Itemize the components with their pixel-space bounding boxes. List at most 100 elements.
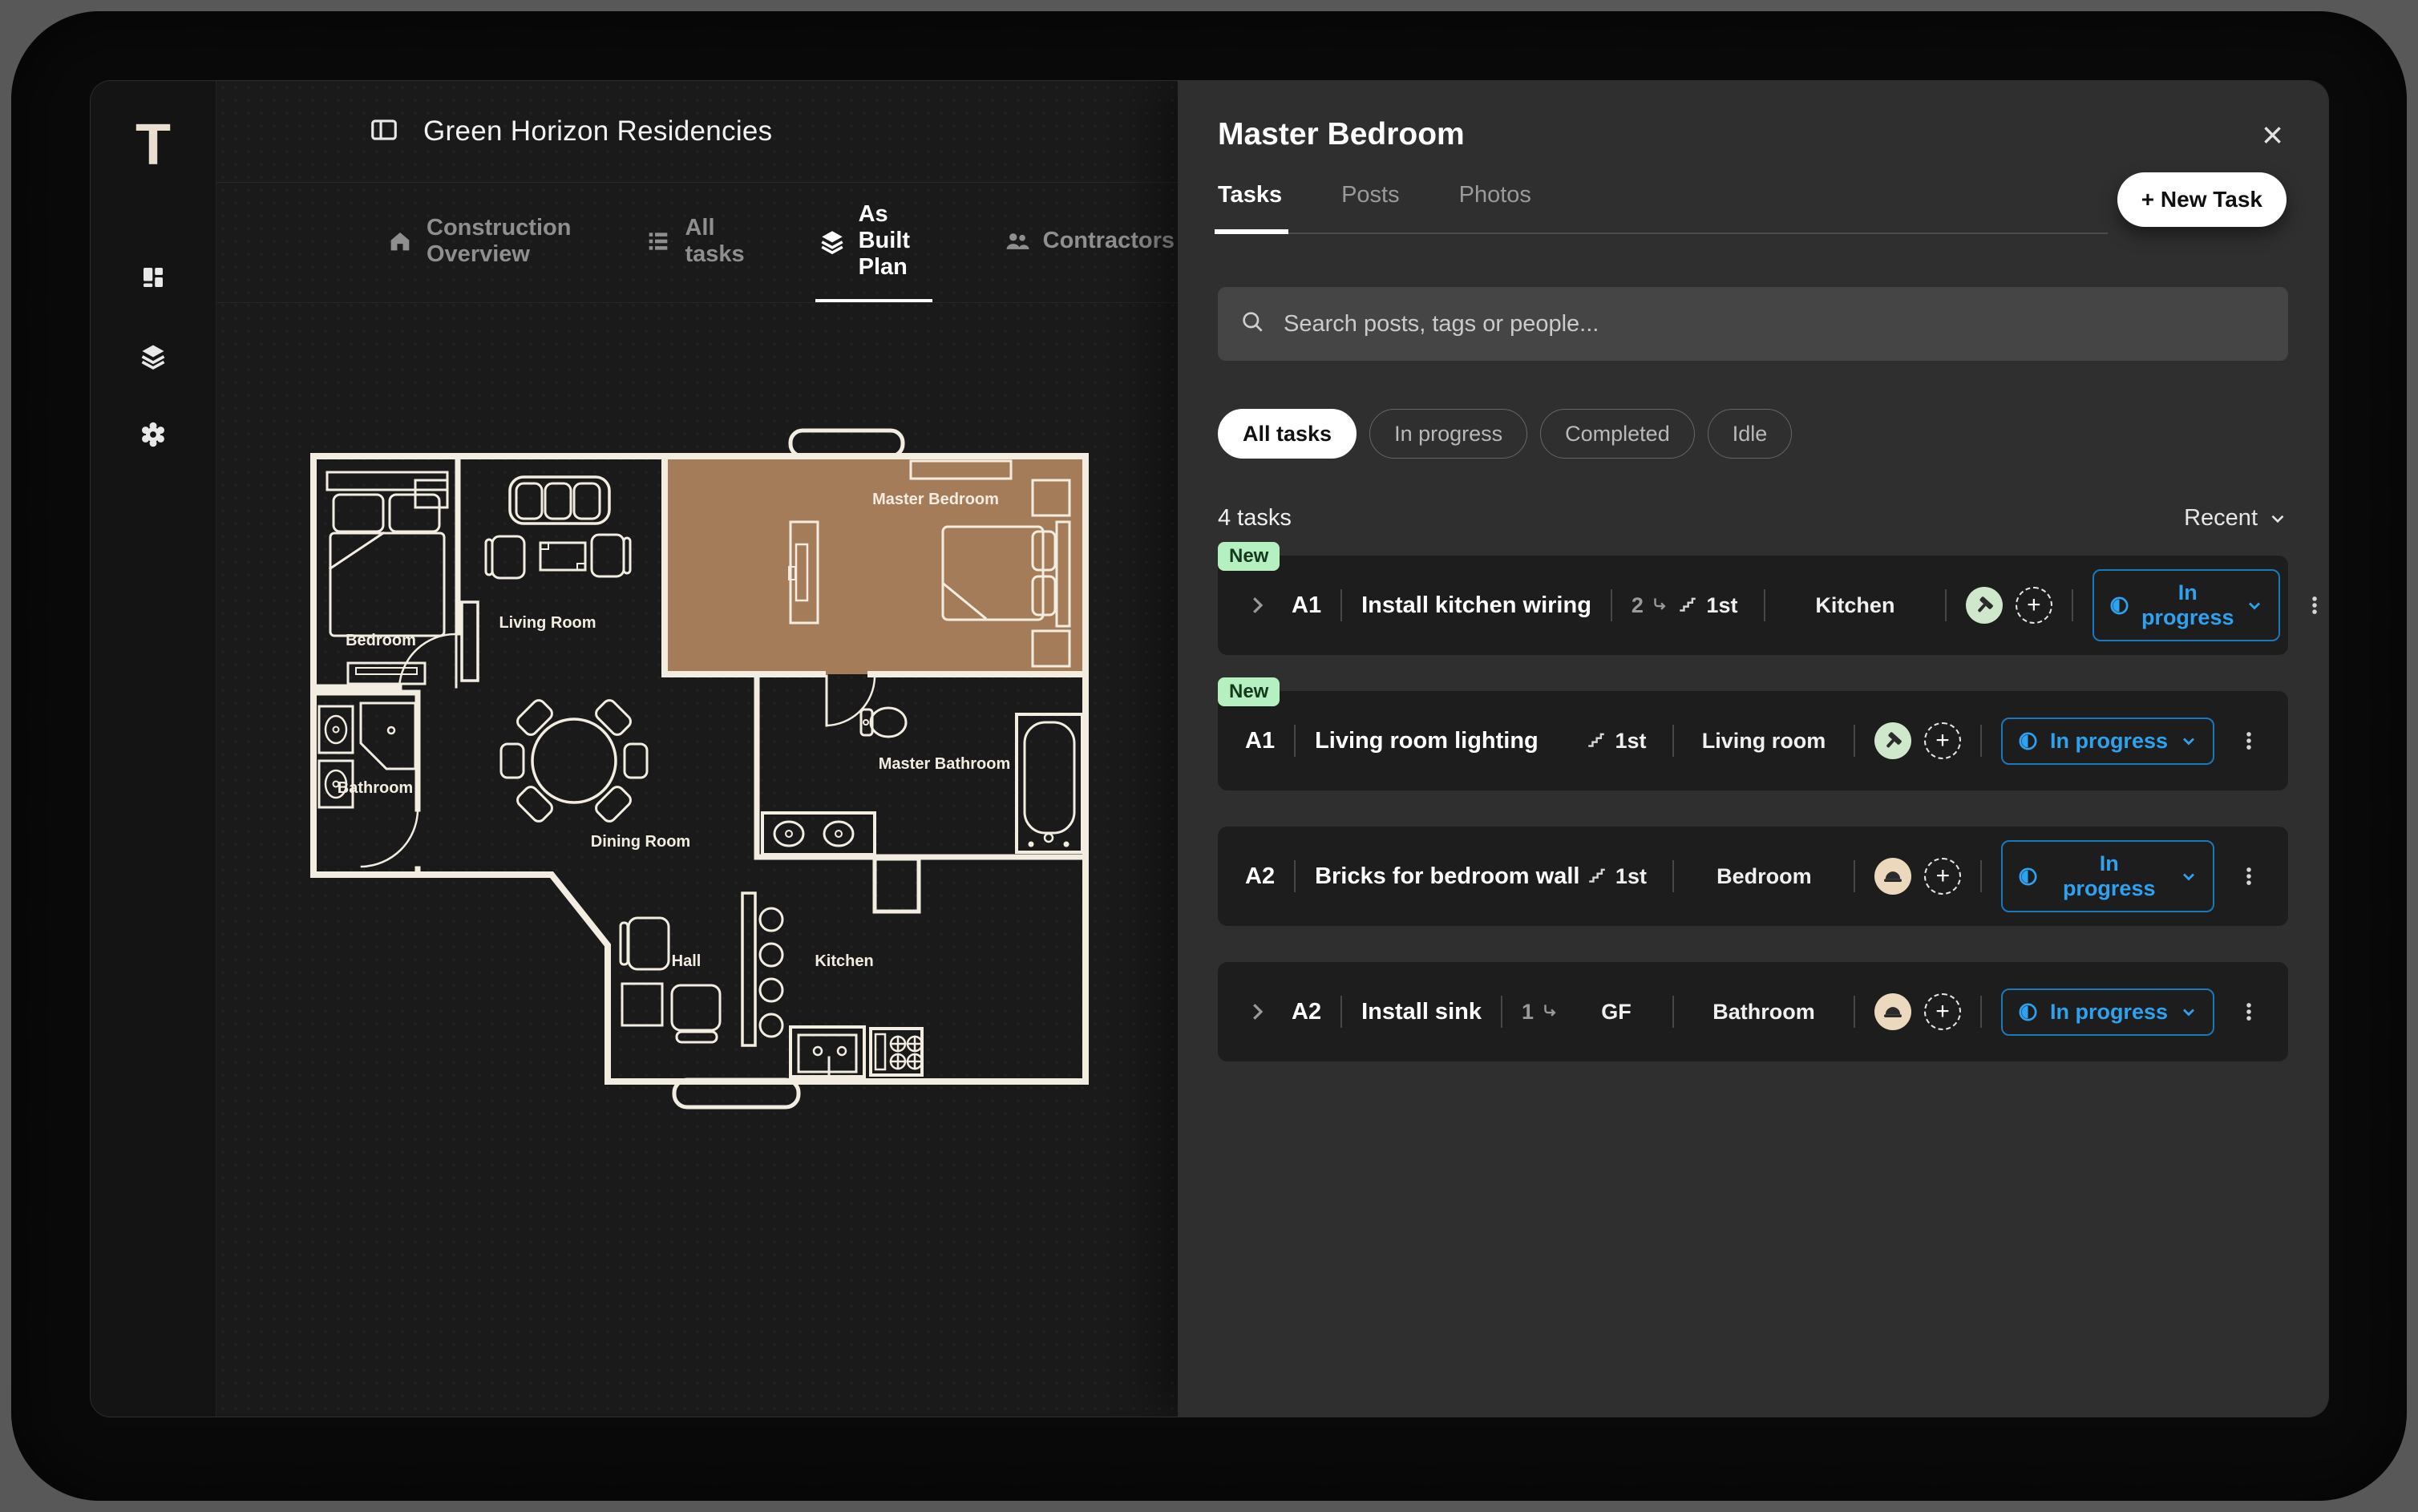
task-menu-button[interactable] — [2237, 864, 2261, 888]
assignee-avatar[interactable] — [1966, 587, 2003, 624]
room-label-master-bedroom: Master Bedroom — [872, 491, 999, 508]
panel-tab-photos[interactable]: Photos — [1459, 182, 1531, 208]
divider — [1340, 589, 1342, 621]
assignee-avatar[interactable] — [1874, 858, 1911, 895]
room-label-kitchen: Kitchen — [815, 952, 873, 970]
status-label: In progress — [2050, 851, 2168, 901]
expand-chevron-icon[interactable] — [1245, 1000, 1269, 1024]
panel-tab-bar: TasksPostsPhotos + New Task — [1218, 182, 2288, 234]
add-assignee-button[interactable]: + — [2016, 587, 2052, 624]
search-bar[interactable] — [1218, 287, 2288, 361]
tab-construction-overview[interactable]: Construction Overview — [383, 183, 574, 302]
in-progress-icon — [2017, 730, 2039, 752]
tab-as-built-plan[interactable]: As Built Plan — [815, 183, 932, 302]
in-progress-icon — [2017, 866, 2039, 887]
in-progress-icon — [2109, 595, 2130, 617]
search-input[interactable] — [1284, 311, 2266, 338]
layers-icon — [139, 342, 168, 374]
in-progress-icon — [2017, 1001, 2039, 1023]
task-row[interactable]: A2Bricks for bedroom wall1stBedroom+In p… — [1218, 827, 2288, 926]
divider — [1854, 996, 1855, 1028]
hardhat-icon — [1882, 865, 1904, 887]
add-assignee-button[interactable]: + — [1924, 858, 1961, 895]
filter-chip-all-tasks[interactable]: All tasks — [1218, 409, 1357, 459]
new-task-button[interactable]: + New Task — [2117, 172, 2287, 227]
task-meta: 1stKitchen+In progress — [1671, 569, 2327, 641]
divider — [1672, 860, 1674, 892]
task-menu-button[interactable] — [2237, 729, 2261, 753]
panel-tab-tasks[interactable]: Tasks — [1218, 182, 1282, 208]
new-badge: New — [1218, 677, 1280, 706]
expand-chevron-icon[interactable] — [1245, 593, 1269, 617]
people-icon — [1003, 228, 1030, 255]
sidebar: T — [91, 81, 216, 1417]
filter-chip-idle[interactable]: Idle — [1708, 409, 1793, 459]
add-assignee-button[interactable]: + — [1924, 722, 1961, 759]
panel-header: Master Bedroom × — [1218, 81, 2288, 153]
task-location: Bathroom — [1693, 1000, 1834, 1025]
list-icon — [645, 228, 672, 255]
room-label-bathroom: Bathroom — [338, 779, 413, 797]
hammer-icon — [1882, 730, 1904, 752]
panel-tab-posts[interactable]: Posts — [1341, 182, 1400, 208]
tab-label: As Built Plan — [859, 201, 929, 281]
sidebar-item-settings[interactable] — [138, 421, 168, 451]
app-logo: T — [135, 116, 171, 174]
task-meta: 1stBedroom+In progress — [1579, 840, 2261, 912]
sidebar-toggle-icon[interactable] — [369, 115, 399, 149]
tab-all-tasks[interactable]: All tasks — [641, 183, 747, 302]
chevron-down-icon — [2267, 508, 2288, 529]
assignee-avatar[interactable] — [1874, 993, 1911, 1030]
sidebar-item-dashboard[interactable] — [138, 264, 168, 294]
task-list: NewA1Install kitchen wiring21stKitchen+I… — [1218, 556, 2288, 1061]
floor-plan-canvas[interactable]: Bedroom Living Room Master Bedroom Bathr… — [216, 304, 1178, 1417]
task-meta: GFBathroom+In progress — [1579, 988, 2261, 1036]
room-detail-panel: Master Bedroom × Tasks Posts Photos + New … — [1178, 81, 2329, 1417]
sort-label: Recent — [2184, 505, 2258, 532]
stairs-icon — [1677, 595, 1698, 616]
sort-dropdown[interactable]: Recent — [2184, 505, 2288, 532]
panel-title: Master Bedroom — [1218, 117, 1465, 152]
divider — [1980, 860, 1982, 892]
tab-label: Construction Overview — [427, 215, 571, 268]
task-count: 4 tasks — [1218, 505, 1292, 532]
task-menu-button[interactable] — [2303, 593, 2327, 617]
sidebar-item-plans[interactable] — [138, 342, 168, 373]
assignee-group: + — [1966, 587, 2052, 624]
task-row[interactable]: A2Install sink1GFBathroom+In progress — [1218, 962, 2288, 1061]
app-window: T Green Horizon Residencies Construction… — [90, 80, 2329, 1417]
status-dropdown[interactable]: In progress — [2001, 718, 2214, 765]
status-dropdown[interactable]: In progress — [2092, 569, 2281, 641]
divider — [1294, 725, 1296, 757]
task-row[interactable]: NewA1Living room lighting1stLiving room+… — [1218, 691, 2288, 790]
subtask-arrow-icon — [1650, 595, 1671, 616]
hammer-icon — [1973, 594, 1995, 617]
task-row[interactable]: NewA1Install kitchen wiring21stKitchen+I… — [1218, 556, 2288, 655]
room-label-living-room: Living Room — [499, 614, 596, 632]
add-assignee-button[interactable]: + — [1924, 993, 1961, 1030]
filter-chip-completed[interactable]: Completed — [1540, 409, 1695, 459]
project-title: Green Horizon Residencies — [423, 115, 772, 148]
room-label-bedroom: Bedroom — [346, 632, 416, 649]
task-title: Bricks for bedroom wall — [1315, 863, 1579, 890]
close-icon[interactable]: × — [2257, 116, 2288, 153]
task-location: Living room — [1693, 729, 1834, 754]
home-icon — [386, 228, 414, 255]
divider — [1611, 589, 1612, 621]
tab-label: Contractors — [1043, 228, 1175, 254]
task-count-row: 4 tasks Recent — [1218, 505, 2288, 532]
main-content: Green Horizon Residencies Construction O… — [216, 81, 1178, 1417]
status-dropdown[interactable]: In progress — [2001, 988, 2214, 1036]
assignee-avatar[interactable] — [1874, 722, 1911, 759]
divider — [1294, 860, 1296, 892]
task-floor: 1st — [1671, 593, 1745, 618]
layers-icon — [819, 228, 846, 255]
status-dropdown[interactable]: In progress — [2001, 840, 2214, 912]
task-menu-button[interactable] — [2237, 1000, 2261, 1024]
tab-contractors[interactable]: Contractors — [1000, 183, 1178, 302]
main-tab-bar: Construction Overview All tasks As Built P… — [216, 183, 1178, 303]
task-code: A2 — [1292, 999, 1321, 1025]
divider — [1672, 996, 1674, 1028]
filter-chip-in-progress[interactable]: In progress — [1369, 409, 1527, 459]
assignee-group: + — [1874, 858, 1961, 895]
